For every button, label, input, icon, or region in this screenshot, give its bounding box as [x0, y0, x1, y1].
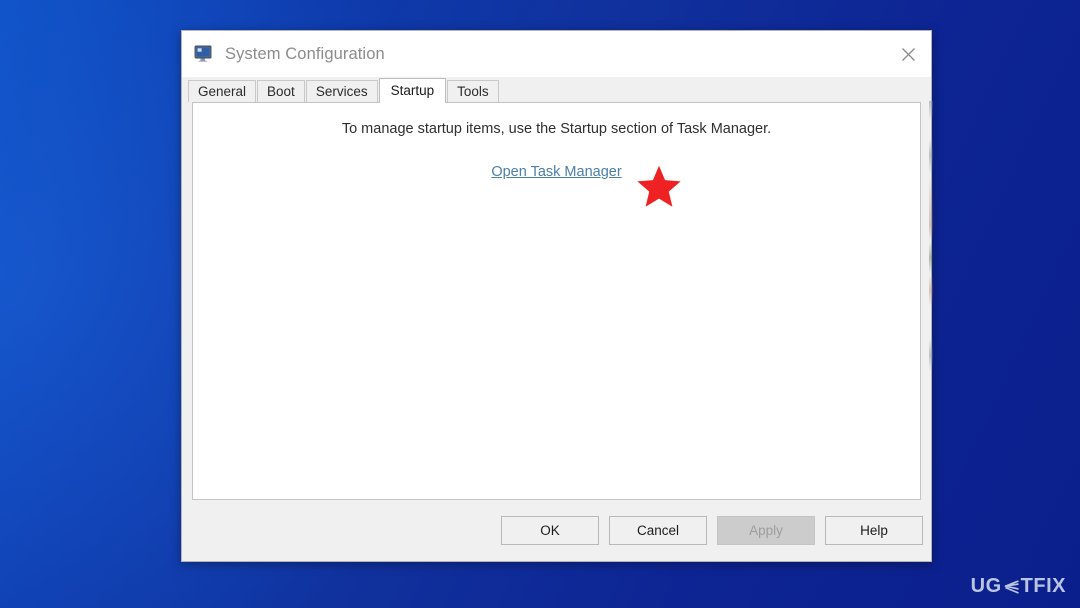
apply-button[interactable]: Apply	[717, 516, 815, 545]
tab-general[interactable]: General	[188, 80, 257, 102]
close-icon	[901, 47, 915, 61]
tab-strip: General Boot Services Startup Tools	[182, 77, 931, 103]
startup-instruction-text: To manage startup items, use the Startup…	[341, 121, 772, 137]
close-button[interactable]	[885, 31, 931, 77]
open-task-manager-link[interactable]: Open Task Manager	[491, 164, 621, 180]
open-task-manager-row: Open Task Manager	[193, 163, 920, 181]
dialog-button-row: OK Cancel Apply Help	[501, 516, 923, 545]
desktop-background: System Configuration General Boot Servic…	[0, 0, 1080, 608]
startup-tab-panel: To manage startup items, use the Startup…	[192, 102, 921, 500]
system-configuration-dialog: System Configuration General Boot Servic…	[181, 30, 933, 562]
ok-button[interactable]: OK	[501, 516, 599, 545]
window-title: System Configuration	[225, 44, 385, 63]
tab-boot[interactable]: Boot	[257, 80, 305, 102]
system-configuration-icon	[194, 45, 212, 62]
cancel-button[interactable]: Cancel	[609, 516, 707, 545]
help-button[interactable]: Help	[825, 516, 923, 545]
tab-tools[interactable]: Tools	[447, 80, 499, 102]
watermark-suffix: TFIX	[1020, 575, 1066, 597]
ugetfix-watermark: UG TFIX	[971, 575, 1066, 598]
tab-services[interactable]: Services	[305, 80, 378, 102]
watermark-e-glyph-icon	[1003, 579, 1020, 595]
tab-startup[interactable]: Startup	[378, 78, 447, 103]
dialog-footer: OK Cancel Apply Help	[182, 509, 931, 561]
page-edge-artifact	[929, 101, 933, 371]
watermark-prefix: UG	[970, 575, 1002, 597]
title-bar: System Configuration	[182, 31, 931, 77]
